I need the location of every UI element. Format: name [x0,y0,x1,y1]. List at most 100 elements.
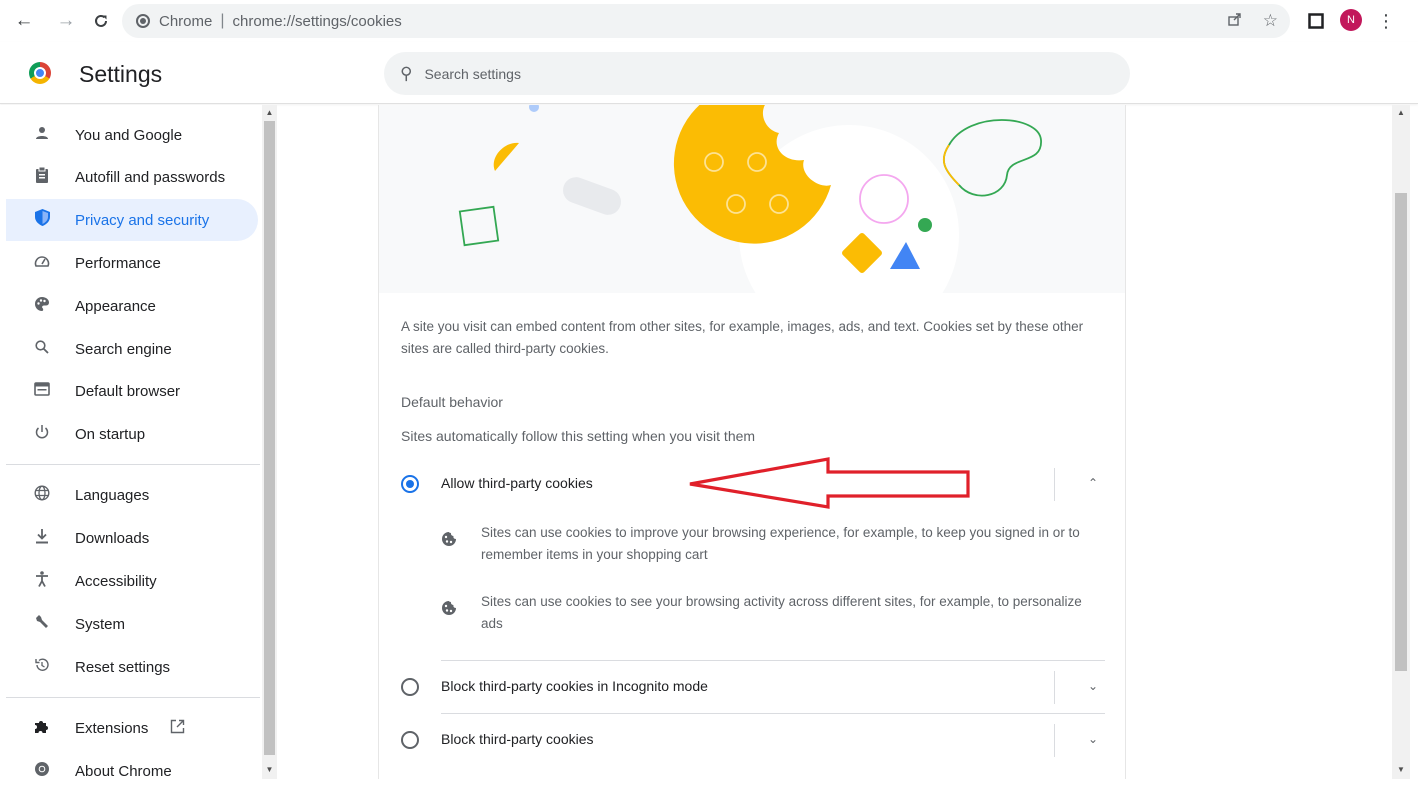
scroll-up-arrow-icon[interactable]: ▲ [1392,108,1410,117]
bookmark-star-icon[interactable]: ☆ [1263,11,1278,31]
allow-detail-item: Sites can use cookies to see your browsi… [441,591,1101,641]
option-label: Block third-party cookies [441,731,594,747]
back-arrow-icon[interactable]: ← [10,7,38,35]
sidebar-item-default-browser[interactable]: Default browser [6,370,258,412]
sidebar-scrollbar-thumb[interactable] [264,121,275,755]
option-label: Allow third-party cookies [441,475,593,491]
shield-icon [32,209,52,231]
accessibility-icon [32,570,52,592]
person-icon [32,126,52,145]
sidebar-item-accessibility[interactable]: Accessibility [6,560,258,602]
scroll-down-arrow-icon[interactable]: ▼ [262,765,277,774]
block-third-party-cookies-radio[interactable] [401,731,419,749]
share-icon[interactable] [1227,11,1243,31]
sidebar-item-downloads[interactable]: Downloads [6,517,258,559]
sidebar-item-label: Privacy and security [75,211,210,229]
address-separator: | [220,12,225,29]
sidebar-scrollbar[interactable]: ▲ ▼ [262,105,277,779]
chrome-site-icon [136,14,150,28]
speedometer-icon [32,254,52,273]
profile-avatar[interactable]: N [1340,9,1362,31]
row-separator [1054,468,1055,501]
sidebar-item-system[interactable]: System [6,603,258,645]
sidebar-item-search-engine[interactable]: Search engine [6,328,258,370]
sidebar-item-label: Languages [75,486,150,504]
sidebar-item-privacy-and-security[interactable]: Privacy and security [6,199,258,241]
sidebar-item-you-and-google[interactable]: You and Google [6,114,258,156]
chevron-up-icon[interactable]: ⌃ [1081,471,1105,495]
page-scrollbar-thumb[interactable] [1395,193,1407,671]
sidebar-item-label: Performance [75,254,161,272]
sidebar-item-label: On startup [75,425,146,443]
third-party-cookies-description: A site you visit can embed content from … [401,319,1084,356]
chevron-down-icon[interactable]: ⌄ [1081,727,1105,751]
sidebar-item-label: Search engine [75,340,172,358]
scroll-up-arrow-icon[interactable]: ▲ [262,108,277,117]
chrome-icon [32,761,52,782]
sidebar-item-label: About Chrome [75,762,172,780]
sidebar-item-label: You and Google [75,126,183,144]
search-icon [32,339,52,359]
option-block-third-party-cookies-incognito[interactable]: Block third-party cookies in Incognito m… [379,661,1125,713]
chevron-down-icon[interactable]: ⌄ [1081,674,1105,698]
chrome-logo-icon [29,62,51,84]
default-behavior-heading: Default behavior [401,394,503,410]
cookies-illustration [379,105,1125,293]
sidebar-item-appearance[interactable]: Appearance [6,285,258,327]
puzzle-icon [32,718,52,739]
cookie-icon [441,600,457,620]
forward-arrow-icon[interactable]: → [52,7,80,35]
sidebar-item-label: Extensions [75,719,149,737]
allow-third-party-cookies-radio[interactable] [401,475,419,493]
reset-icon [32,657,52,678]
sidebar-item-about-chrome[interactable]: About Chrome [6,750,258,792]
sidebar-item-languages[interactable]: Languages [6,474,258,516]
sidebar-item-label: Appearance [75,297,156,315]
allow-detail-item: Sites can use cookies to improve your br… [441,522,1101,572]
browser-toolbar: ← → Chrome | chrome://settings/cookies ☆… [0,0,1418,42]
power-icon [32,424,52,445]
option-block-third-party-cookies[interactable]: Block third-party cookies ⌄ [379,714,1125,766]
sidebar-item-performance[interactable]: Performance [6,242,258,284]
globe-icon [32,484,52,506]
sidebar-item-label: Reset settings [75,658,171,676]
scroll-down-arrow-icon[interactable]: ▼ [1392,765,1410,774]
reload-icon[interactable] [87,7,115,35]
detail-text: Sites can use cookies to see your browsi… [481,594,1082,631]
default-behavior-subtitle: Sites automatically follow this setting … [401,428,756,444]
search-icon: ⚲ [400,63,413,83]
sidebar-item-label: Default browser [75,382,181,400]
clipboard-icon [32,166,52,188]
sidebar-item-label: System [75,615,126,633]
cookie-icon [441,531,457,551]
row-separator [1054,724,1055,757]
side-panel-icon[interactable] [1302,7,1330,35]
menu-dots-icon[interactable]: ⋮ [1372,7,1400,35]
settings-sidebar: You and Google Autofill and passwords Pr… [0,105,262,780]
block-incognito-radio[interactable] [401,678,419,696]
sidebar-item-reset-settings[interactable]: Reset settings [6,646,258,688]
sidebar-divider [6,697,260,698]
search-input[interactable] [424,65,1025,82]
sidebar-item-on-startup[interactable]: On startup [6,413,258,455]
address-bar[interactable]: Chrome | chrome://settings/cookies ☆ [122,4,1290,38]
sidebar-item-label: Accessibility [75,572,157,590]
url-text: chrome://settings/cookies [232,12,402,30]
download-icon [32,528,52,549]
palette-icon [32,296,52,317]
sidebar-item-label: Downloads [75,529,150,547]
option-label: Block third-party cookies in Incognito m… [441,678,708,694]
site-name: Chrome [159,12,213,30]
detail-text: Sites can use cookies to improve your br… [481,525,1080,562]
page-scrollbar[interactable]: ▲ ▼ [1392,105,1410,779]
open-in-new-icon [170,719,185,738]
sidebar-item-extensions[interactable]: Extensions [6,707,258,749]
wrench-icon [32,614,52,635]
page-title: Settings [79,61,163,87]
sidebar-divider [6,464,260,465]
sidebar-item-label: Autofill and passwords [75,168,226,186]
row-separator [1054,671,1055,704]
search-settings-box[interactable]: ⚲ [384,52,1130,95]
sidebar-item-autofill[interactable]: Autofill and passwords [6,156,258,198]
annotation-arrow [689,457,970,509]
